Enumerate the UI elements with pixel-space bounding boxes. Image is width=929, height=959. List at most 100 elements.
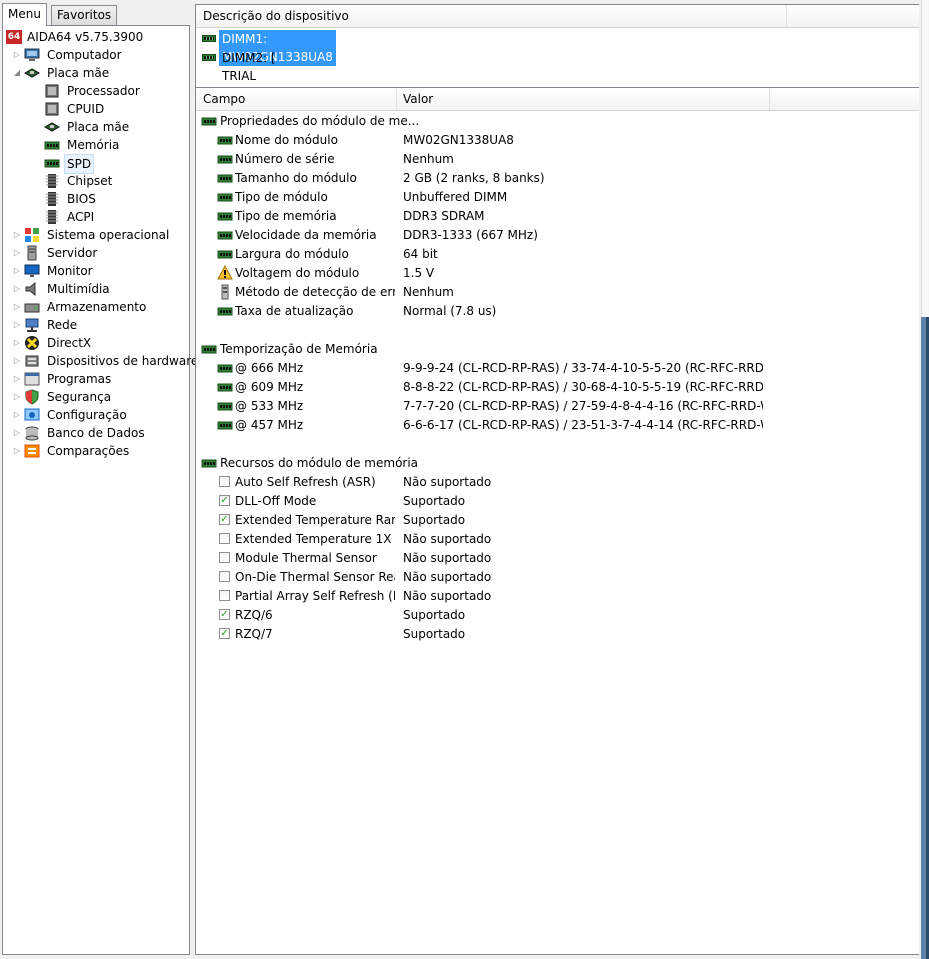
checked-checkbox-icon: ✓ [219,609,230,620]
detail-row[interactable]: Taxa de atualização Normal (7.8 us) [196,302,916,321]
detail-row[interactable]: ✓ RZQ/6 Suportado [196,606,916,625]
field-value: Suportado [403,494,466,508]
tree-item-bios[interactable]: BIOS [3,190,187,208]
expand-arrow-icon[interactable]: ▷ [12,226,22,244]
warning-icon [217,264,233,281]
expand-arrow-icon[interactable]: ▷ [12,424,22,442]
tree-item-multim-dia[interactable]: ▷ Multimídia [3,280,187,298]
expand-arrow-icon[interactable]: ▷ [12,280,22,298]
detail-row[interactable]: Número de série Nenhum [196,150,916,169]
tree-item-label: ACPI [67,210,95,224]
tree-item-monitor[interactable]: ▷ Monitor [3,262,187,280]
tree-item-programas[interactable]: ▷ Programas [3,370,187,388]
tree-item-sistema-operacional[interactable]: ▷ Sistema operacional [3,226,187,244]
tree-item-placa-m-e[interactable]: ◢ Placa mãe [3,64,187,82]
memory-icon [44,137,60,153]
expand-arrow-icon[interactable]: ▷ [12,334,22,352]
tree-item-dispositivos-de-hardware[interactable]: ▷ Dispositivos de hardware [3,352,198,370]
tree-item-servidor[interactable]: ▷ Servidor [3,244,187,262]
tree-item-label: Rede [47,318,78,332]
tree-item-label: BIOS [67,192,96,206]
detail-row[interactable]: Nome do módulo MW02GN1338UA8 [196,131,916,150]
expand-arrow-icon[interactable]: ▷ [12,298,22,316]
tree-item-banco-de-dados[interactable]: ▷ Banco de Dados [3,424,187,442]
detail-row[interactable]: Partial Array Self Refresh (PA... Não sup… [196,587,916,606]
section-title: Temporização de Memória [220,342,378,356]
tab-menu[interactable]: Menu [2,3,47,26]
tree-item-processador[interactable]: Processador [3,82,187,100]
tree-item-label: Servidor [47,246,98,260]
computer-icon [24,47,40,63]
field-value: 9-9-9-24 (CL-RCD-RP-RAS) / 33-74-4-10-5-… [403,361,763,375]
field-name: Taxa de atualização [235,304,354,318]
expand-arrow-icon[interactable]: ▷ [12,316,22,334]
section-title: Propriedades do módulo de me... [220,114,420,128]
detail-row[interactable]: Método de detecção de erros Nenhum [196,283,916,302]
cpu-icon [44,83,60,99]
memory-icon [217,132,233,148]
field-name: Voltagem do módulo [235,266,360,280]
tree-item-spd[interactable]: SPD [3,154,187,174]
column-header-descricao[interactable]: Descrição do dispositivo [196,5,787,27]
field-name: Nome do módulo [235,133,338,147]
detail-row[interactable]: @ 533 MHz 7-7-7-20 (CL-RCD-RP-RAS) / 27-5… [196,397,916,416]
tree-item-rede[interactable]: ▷ Rede [3,316,187,334]
detail-row[interactable]: ✓ Extended Temperature Range Suportado [196,511,916,530]
tree-item-seguran-a[interactable]: ▷ Segurança [3,388,187,406]
detail-row[interactable]: Extended Temperature 1X Re... Não suporta… [196,530,916,549]
tree-item-label: Dispositivos de hardware [47,354,199,368]
unchecked-checkbox-icon [219,533,230,544]
tree-item-chipset[interactable]: Chipset [3,172,187,190]
detail-row[interactable]: Tamanho do módulo 2 GB (2 ranks, 8 banks) [196,169,916,188]
expand-arrow-icon[interactable]: ▷ [12,406,22,424]
tree-item-compara-es[interactable]: ▷ Comparações [3,442,187,460]
scrollbar-track[interactable] [921,0,929,317]
tree-item-directx[interactable]: ▷ DirectX [3,334,187,352]
expand-arrow-icon[interactable]: ▷ [12,442,22,460]
speaker-icon [24,281,40,297]
detail-row[interactable]: Auto Self Refresh (ASR) Não suportado [196,473,916,492]
detail-row[interactable]: Voltagem do módulo 1.5 V [196,264,916,283]
detail-row[interactable]: @ 666 MHz 9-9-9-24 (CL-RCD-RP-RAS) / 33-7… [196,359,916,378]
detail-row[interactable]: Tipo de módulo Unbuffered DIMM [196,188,916,207]
memory-icon [217,379,233,395]
tree-item-computador[interactable]: ▷ Computador [3,46,187,64]
field-name: DLL-Off Mode [235,494,317,508]
detail-row[interactable]: @ 609 MHz 8-8-8-22 (CL-RCD-RP-RAS) / 30-6… [196,378,916,397]
tree-item-label: Placa mãe [47,66,110,80]
field-name: @ 457 MHz [235,418,304,432]
security-icon [24,389,40,405]
column-header-valor[interactable]: Valor [396,88,770,110]
detail-row[interactable]: On-Die Thermal Sensor Rea... Não suportad… [196,568,916,587]
tree-item-acpi[interactable]: ACPI [3,208,187,226]
tree-item-armazenamento[interactable]: ▷ Armazenamento [3,298,187,316]
detail-row[interactable]: @ 457 MHz 6-6-6-17 (CL-RCD-RP-RAS) / 23-5… [196,416,916,435]
tab-favoritos[interactable]: Favoritos [51,5,118,25]
tree-item-label: Configuração [47,408,127,422]
detail-row[interactable]: ✓ DLL-Off Mode Suportado [196,492,916,511]
benchmark-icon [24,443,40,459]
field-name: Extended Temperature 1X Re... [235,532,395,546]
field-name: RZQ/6 [235,608,273,622]
detail-row[interactable]: ✓ RZQ/7 Suportado [196,625,916,644]
tree-item-configura-o[interactable]: ▷ Configuração [3,406,187,424]
expand-arrow-icon[interactable]: ▷ [12,370,22,388]
tree-item-placa-m-e[interactable]: Placa mãe [3,118,187,136]
expand-arrow-icon[interactable]: ▷ [12,46,22,64]
column-header-campo[interactable]: Campo [196,88,397,110]
detail-row[interactable]: Tipo de memória DDR3 SDRAM [196,207,916,226]
unchecked-checkbox-icon [219,571,230,582]
expand-arrow-icon[interactable]: ▷ [12,244,22,262]
section-header: Temporização de Memória [196,340,916,359]
expand-arrow-icon[interactable]: ▷ [12,388,22,406]
tree-item-cpuid[interactable]: CPUID [3,100,187,118]
detail-row[interactable]: Module Thermal Sensor Não suportado [196,549,916,568]
tree-item-mem-ria[interactable]: Memória [3,136,187,154]
detail-row[interactable]: Velocidade da memória DDR3-1333 (667 MHz) [196,226,916,245]
checked-checkbox-icon: ✓ [219,495,230,506]
expand-arrow-icon[interactable]: ▷ [12,352,22,370]
tree-item-label: Segurança [47,390,112,404]
detail-row[interactable]: Largura do módulo 64 bit [196,245,916,264]
collapse-arrow-icon[interactable]: ◢ [12,64,22,82]
expand-arrow-icon[interactable]: ▷ [12,262,22,280]
